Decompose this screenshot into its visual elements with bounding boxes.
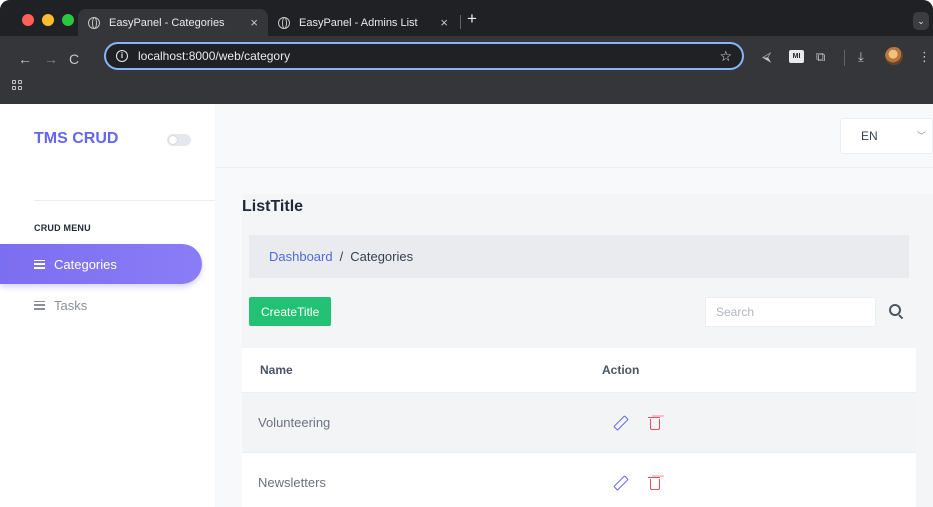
page-title: ListTitle bbox=[242, 198, 304, 215]
sidebar-divider bbox=[34, 200, 215, 201]
breadcrumb-separator: / bbox=[339, 249, 344, 264]
tab-easypanel-admins-list[interactable]: EasyPanel - Admins List × bbox=[268, 9, 458, 36]
tab-title: EasyPanel - Categories bbox=[109, 16, 225, 29]
extension-bird-icon[interactable]: ⮘ bbox=[762, 50, 771, 64]
web-page: TMS CRUD CRUD MENU Categories Tasks EN ﹀… bbox=[0, 104, 933, 507]
top-bar: EN ﹀ bbox=[215, 104, 933, 168]
browser-window: EasyPanel - Categories × EasyPanel - Adm… bbox=[0, 0, 933, 104]
download-icon[interactable]: ⤓ bbox=[858, 50, 864, 64]
close-tab-icon[interactable]: × bbox=[440, 15, 448, 30]
row-actions bbox=[587, 476, 916, 490]
chevron-down-icon: ﹀ bbox=[916, 131, 926, 141]
bookmarks-bar bbox=[0, 72, 933, 104]
delete-trash-icon[interactable] bbox=[648, 416, 660, 430]
profile-avatar[interactable] bbox=[885, 47, 903, 65]
brand-logo[interactable]: TMS CRUD bbox=[34, 130, 118, 148]
new-tab-button[interactable]: + bbox=[467, 9, 477, 29]
reload-icon[interactable]: C bbox=[69, 52, 79, 66]
column-header-name: Name bbox=[260, 363, 293, 377]
extension-mi-icon[interactable]: MI bbox=[789, 50, 804, 63]
address-bar[interactable]: i localhost:8000/web/category ☆ bbox=[104, 42, 744, 70]
forward-arrow-icon[interactable]: → bbox=[44, 52, 58, 66]
menu-heading: CRUD MENU bbox=[34, 223, 91, 233]
main-content: EN ﹀ ListTitle Dashboard / Categories Cr… bbox=[215, 104, 933, 507]
breadcrumb-dashboard-link[interactable]: Dashboard bbox=[269, 249, 333, 264]
list-icon bbox=[34, 300, 45, 310]
categories-table: Name Action Volunteering Newsletters bbox=[242, 348, 916, 507]
tab-bar: EasyPanel - Categories × EasyPanel - Adm… bbox=[0, 0, 933, 36]
toolbar-separator bbox=[844, 50, 845, 66]
sidebar-item-label: Categories bbox=[54, 256, 117, 272]
table-header-row: Name Action bbox=[242, 348, 916, 392]
sidebar-item-label: Tasks bbox=[54, 297, 88, 313]
globe-icon bbox=[278, 16, 290, 29]
row-actions bbox=[587, 416, 916, 430]
close-tab-icon[interactable]: × bbox=[250, 15, 258, 30]
language-select[interactable]: EN ﹀ bbox=[840, 118, 933, 154]
table-row: Volunteering bbox=[242, 392, 916, 452]
category-name: Newsletters bbox=[258, 475, 326, 490]
extensions-puzzle-icon[interactable]: ⧉ bbox=[816, 50, 825, 64]
maximize-window-button[interactable] bbox=[62, 14, 74, 26]
tab-separator bbox=[460, 15, 461, 29]
tab-easypanel-categories[interactable]: EasyPanel - Categories × bbox=[78, 9, 268, 36]
breadcrumb: Dashboard / Categories bbox=[249, 235, 909, 278]
tab-title: EasyPanel - Admins List bbox=[299, 16, 418, 29]
bookmark-star-icon[interactable]: ☆ bbox=[719, 48, 732, 65]
search-icon[interactable] bbox=[885, 300, 907, 322]
sidebar-item-categories[interactable]: Categories bbox=[0, 244, 202, 284]
close-window-button[interactable] bbox=[22, 14, 34, 26]
breadcrumb-current: Categories bbox=[350, 249, 414, 264]
tab-search-button[interactable]: ⌄ bbox=[913, 12, 929, 30]
address-bar-url[interactable]: localhost:8000/web/category bbox=[138, 49, 719, 63]
list-icon bbox=[34, 259, 45, 269]
info-icon[interactable]: i bbox=[116, 50, 128, 62]
sidebar: TMS CRUD CRUD MENU Categories Tasks bbox=[0, 104, 215, 507]
back-arrow-icon[interactable]: ← bbox=[18, 52, 32, 66]
column-header-action: Action bbox=[602, 363, 640, 377]
category-name: Volunteering bbox=[258, 415, 331, 430]
edit-pencil-icon[interactable] bbox=[613, 416, 627, 430]
globe-icon bbox=[88, 16, 100, 29]
edit-pencil-icon[interactable] bbox=[613, 476, 627, 490]
sidebar-item-tasks[interactable]: Tasks bbox=[0, 285, 202, 325]
minimize-window-button[interactable] bbox=[42, 14, 54, 26]
list-card: ListTitle Dashboard / Categories CreateT… bbox=[242, 194, 933, 507]
theme-toggle[interactable] bbox=[167, 134, 191, 146]
delete-trash-icon[interactable] bbox=[648, 476, 660, 490]
apps-grid-icon[interactable] bbox=[12, 80, 22, 90]
search-input[interactable] bbox=[705, 297, 876, 327]
table-row: Newsletters bbox=[242, 452, 916, 507]
create-button[interactable]: CreateTitle bbox=[249, 297, 332, 326]
more-menu-icon[interactable]: ⋮ bbox=[918, 50, 931, 64]
language-value: EN bbox=[861, 129, 878, 143]
